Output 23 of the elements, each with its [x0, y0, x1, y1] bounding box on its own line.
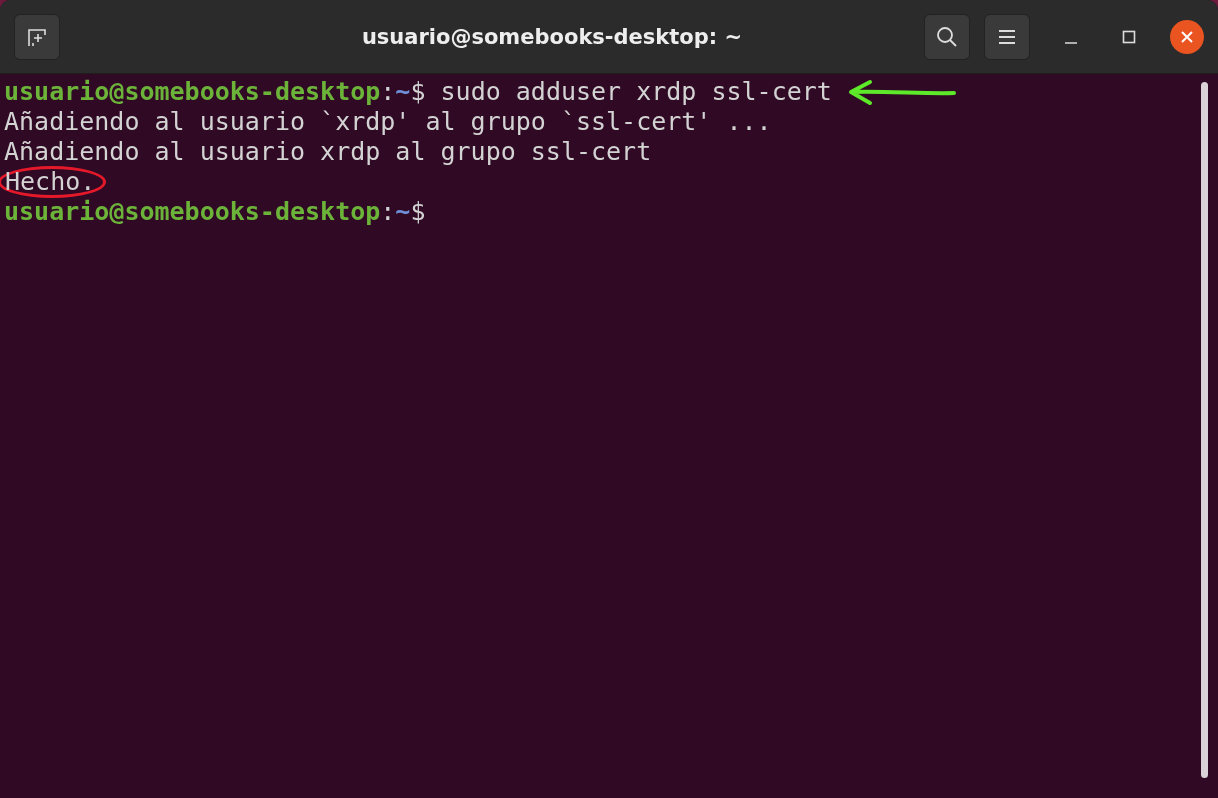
prompt-user-host: usuario@somebooks-desktop	[4, 77, 381, 106]
scrollbar[interactable]	[1201, 82, 1208, 778]
prompt-symbol: $	[410, 197, 426, 226]
search-icon	[935, 24, 959, 49]
menu-button[interactable]	[984, 13, 1030, 60]
new-tab-button[interactable]	[14, 13, 60, 60]
command-text: sudo adduser xrdp ssl-cert	[439, 77, 832, 106]
output-text: Añadiendo al usuario xrdp al grupo ssl-cert	[4, 137, 652, 167]
output-text: Añadiendo al usuario `xrdp' al grupo `ssl-cert' ...	[4, 107, 772, 137]
prompt-symbol: $	[410, 77, 426, 106]
minimize-icon	[1065, 41, 1077, 44]
search-button[interactable]	[924, 13, 970, 60]
prompt-path: ~	[395, 77, 411, 106]
maximize-icon	[1122, 29, 1136, 44]
close-button[interactable]	[1170, 19, 1204, 54]
prompt-user-host: usuario@somebooks-desktop	[4, 197, 381, 226]
prompt-separator: :	[380, 197, 396, 226]
menu-icon	[998, 28, 1016, 45]
window-title: usuario@somebooks-desktop: ~	[360, 24, 744, 49]
close-icon	[1180, 29, 1194, 44]
prompt-separator: :	[380, 77, 396, 106]
prompt-path: ~	[395, 197, 411, 226]
output-text: Hecho.	[5, 167, 96, 196]
